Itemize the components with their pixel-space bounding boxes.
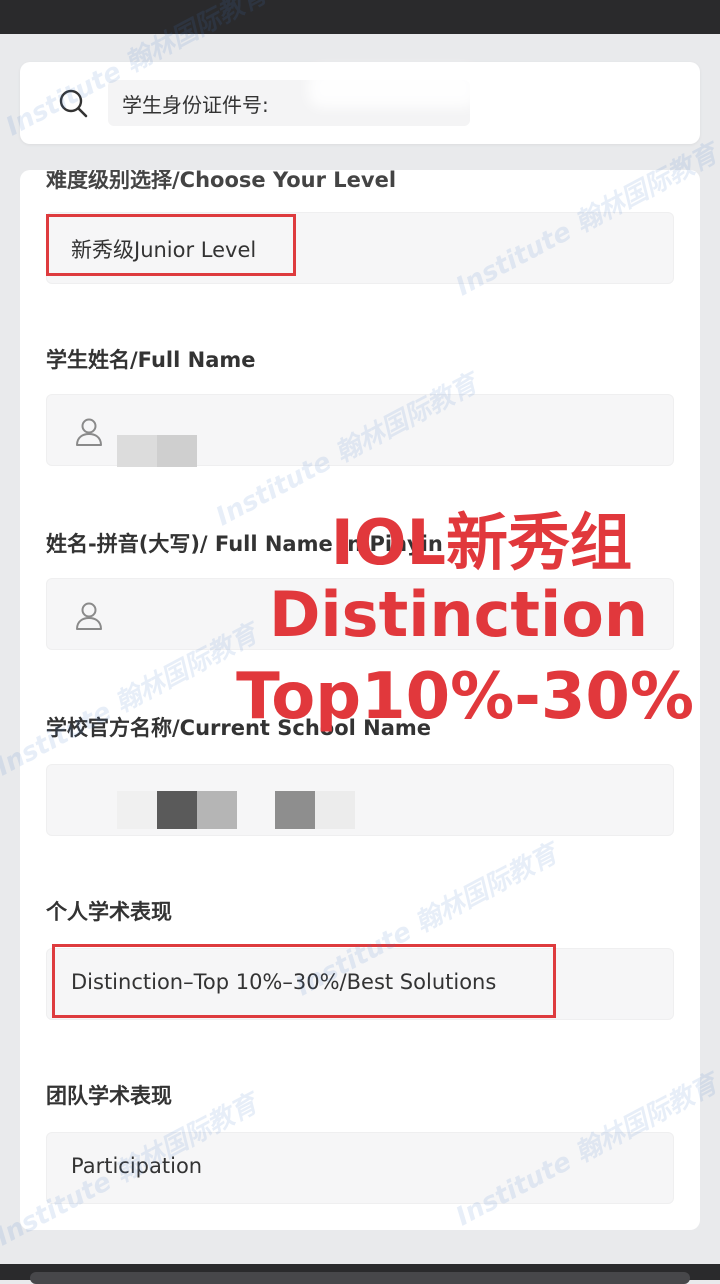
individual-performance-label: 个人学术表现 (46, 900, 172, 924)
full-name-field[interactable] (46, 394, 674, 467)
redacted-school-block (117, 791, 157, 829)
overlay-award: Distinction (268, 578, 648, 651)
level-label: 难度级别选择/Choose Your Level (46, 170, 397, 192)
status-bar (0, 0, 720, 34)
overlay-percentile: Top10%-30% (236, 660, 694, 734)
redacted-school-block (275, 791, 315, 829)
redacted-school-block (315, 791, 355, 829)
team-performance-field[interactable]: Participation (46, 1132, 674, 1204)
search-icon[interactable] (58, 88, 88, 118)
level-highlight-box (46, 214, 296, 276)
person-icon (76, 602, 102, 630)
redacted-name-block (157, 435, 197, 467)
team-performance-value: Participation (71, 1154, 203, 1178)
home-indicator (30, 1272, 690, 1284)
redacted-school-block (197, 791, 237, 829)
full-name-label: 学生姓名/Full Name (46, 348, 256, 372)
team-performance-label: 团队学术表现 (46, 1084, 172, 1108)
person-icon (76, 418, 102, 446)
redacted-region (308, 68, 478, 108)
redacted-school-block (157, 791, 197, 829)
overlay-title: IOL新秀组 (330, 506, 632, 579)
redacted-name-block (117, 435, 157, 467)
performance-highlight-box (52, 944, 556, 1018)
school-name-field[interactable] (46, 764, 674, 836)
search-card: 学生身份证件号: (20, 62, 700, 144)
search-placeholder: 学生身份证件号: (122, 92, 269, 117)
